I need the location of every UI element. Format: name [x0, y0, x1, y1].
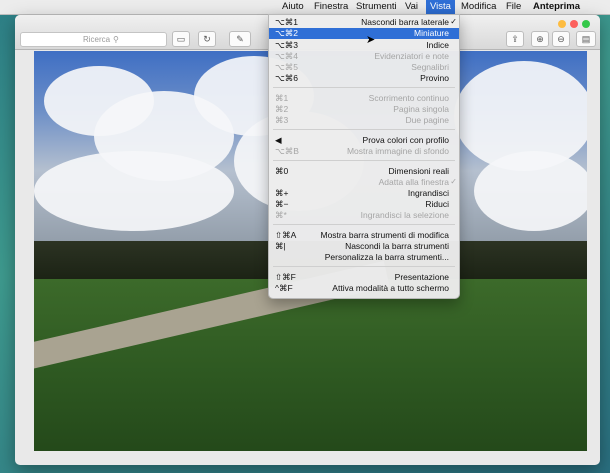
shortcut-label: ⌘| [275, 241, 286, 251]
shortcut-label: ⌘2 [275, 104, 289, 114]
menu-item-prova-colori[interactable]: ◀ Prova colori con profilo [269, 135, 459, 145]
menu-aiuto[interactable]: Aiuto [282, 1, 304, 13]
shortcut-label: ⌘* [275, 210, 287, 220]
sidebar-icon[interactable]: ▤ [576, 31, 596, 47]
menu-file[interactable]: File [506, 1, 521, 13]
menu-item-presentazione[interactable]: ⇧⌘F Presentazione [269, 272, 459, 282]
menu-item-label: Scorrimento continuo [368, 93, 449, 103]
menu-item-label: Mostra barra strumenti di modifica [320, 230, 450, 240]
shortcut-label: ⌘0 [275, 166, 289, 176]
search-placeholder: Ricerca [83, 35, 111, 44]
shortcut-label: ⇧⌘F [275, 272, 296, 282]
mouse-pointer-icon: ➤ [366, 34, 376, 46]
minimize-button[interactable] [558, 20, 566, 28]
menu-finestra[interactable]: Finestra [314, 1, 348, 13]
menu-item-mostra-barra-modifica[interactable]: ⇧⌘A Mostra barra strumenti di modifica [269, 230, 459, 240]
menu-item-nascondi-barra-laterale[interactable]: ⌥⌘1 Nascondi barra laterale ✓ [269, 17, 459, 27]
shortcut-label: ⌥⌘B [275, 146, 299, 156]
menu-separator [273, 87, 455, 88]
menu-separator [273, 160, 455, 161]
rotate-icon[interactable]: ↻ [198, 31, 216, 47]
menu-item-segnalibri: ⌥⌘5 Segnalibri [269, 62, 459, 72]
shortcut-label: ⌥⌘1 [275, 17, 299, 27]
vista-menu-dropdown: ⌥⌘1 Nascondi barra laterale ✓ ⌥⌘2 Miniat… [268, 14, 460, 299]
menu-vista[interactable]: Vista [426, 0, 455, 14]
shortcut-label: ⇧⌘A [275, 230, 297, 240]
menu-item-due-pagine: ⌘3 Due pagine [269, 115, 459, 125]
shortcut-label: ⌥⌘4 [275, 51, 299, 61]
menu-vai[interactable]: Vai [405, 1, 418, 13]
checkmark-icon: ✓ [450, 17, 457, 26]
menu-item-label: Provino [420, 73, 449, 83]
menu-item-label: Riduci [425, 199, 449, 209]
menu-anteprima[interactable]: Anteprima [533, 1, 580, 13]
menu-separator [273, 129, 455, 130]
shortcut-label: ^⌘F [275, 283, 293, 293]
menu-item-label: Dimensioni reali [388, 166, 449, 176]
menu-bar: Anteprima File Modifica Vista Vai Strume… [0, 0, 610, 15]
shortcut-label: ⌥⌘6 [275, 73, 299, 83]
menu-item-nascondi-barra-strumenti[interactable]: ⌘| Nascondi la barra strumenti [269, 241, 459, 251]
photo-grass [34, 279, 587, 451]
menu-item-riduci[interactable]: ⌘− Riduci [269, 199, 459, 209]
search-icon: ⚲ [113, 35, 119, 44]
menu-item-label: Due pagine [405, 115, 449, 125]
close-button[interactable] [570, 20, 578, 28]
menu-item-evidenziatori: ⌥⌘4 Evidenziatori e note [269, 51, 459, 61]
shortcut-label: ⌥⌘3 [275, 40, 299, 50]
menu-item-label: Indice [426, 40, 449, 50]
menu-item-label: Prova colori con profilo [362, 135, 449, 145]
menu-item-label: Ingrandisci la selezione [360, 210, 449, 220]
menu-item-scorrimento-continuo: ⌘1 Scorrimento continuo [269, 93, 459, 103]
toolbox-icon[interactable]: ▭ [172, 31, 190, 47]
menu-item-adatta-finestra: Adatta alla finestra ✓ [269, 177, 459, 187]
menu-item-dimensioni-reali[interactable]: ⌘0 Dimensioni reali [269, 166, 459, 176]
shortcut-label: ⌘3 [275, 115, 289, 125]
menu-item-provino[interactable]: ⌥⌘6 Provino [269, 73, 459, 83]
menu-item-ingrandisci[interactable]: ⌘+ Ingrandisci [269, 188, 459, 198]
menu-separator [273, 266, 455, 267]
shortcut-label: ⌘+ [275, 188, 289, 198]
menu-item-label: Nascondi barra laterale [361, 17, 449, 27]
menu-item-label: Ingrandisci [407, 188, 449, 198]
zoom-button[interactable] [582, 20, 590, 28]
menu-item-label: Pagina singola [393, 104, 449, 114]
menu-item-ingrandisci-selezione: ⌘* Ingrandisci la selezione [269, 210, 459, 220]
menu-item-label: Evidenziatori e note [374, 51, 449, 61]
menu-item-immagine-sfondo: ⌥⌘B Mostra immagine di sfondo [269, 146, 459, 156]
menu-item-label: Attiva modalità a tutto schermo [332, 283, 449, 293]
menu-item-personalizza-barra[interactable]: Personalizza la barra strumenti... [269, 252, 459, 262]
shortcut-label: ⌘− [275, 199, 289, 209]
menu-item-label: Adatta alla finestra [378, 177, 449, 187]
shortcut-label: ⌥⌘2 [275, 28, 299, 38]
menu-item-pagina-singola: ⌘2 Pagina singola [269, 104, 459, 114]
menu-item-label: Nascondi la barra strumenti [345, 241, 449, 251]
menu-item-label: Segnalibri [411, 62, 449, 72]
zoom-in-icon[interactable]: ⊕ [531, 31, 549, 47]
zoom-out-icon[interactable]: ⊖ [552, 31, 570, 47]
menu-separator [273, 224, 455, 225]
menu-item-label: Mostra immagine di sfondo [346, 146, 449, 156]
submenu-arrow-icon: ◀ [275, 135, 282, 145]
menu-item-miniature[interactable]: ⌥⌘2 Miniature [269, 28, 459, 39]
shortcut-label: ⌥⌘5 [275, 62, 299, 72]
checkmark-icon: ✓ [450, 177, 457, 186]
menu-item-tutto-schermo[interactable]: ^⌘F Attiva modalità a tutto schermo [269, 283, 459, 293]
search-field[interactable]: Ricerca ⚲ [20, 32, 167, 47]
menu-item-label: Personalizza la barra strumenti... [324, 252, 449, 262]
menu-modifica[interactable]: Modifica [461, 1, 496, 13]
menu-item-indice[interactable]: ⌥⌘3 Indice [269, 40, 459, 50]
menu-strumenti[interactable]: Strumenti [356, 1, 397, 13]
share-icon[interactable]: ⇪ [506, 31, 524, 47]
shortcut-label: ⌘1 [275, 93, 289, 103]
menu-item-label: Miniature [414, 28, 449, 38]
menu-item-label: Presentazione [394, 272, 449, 282]
markup-icon[interactable]: ✎ [229, 31, 251, 47]
